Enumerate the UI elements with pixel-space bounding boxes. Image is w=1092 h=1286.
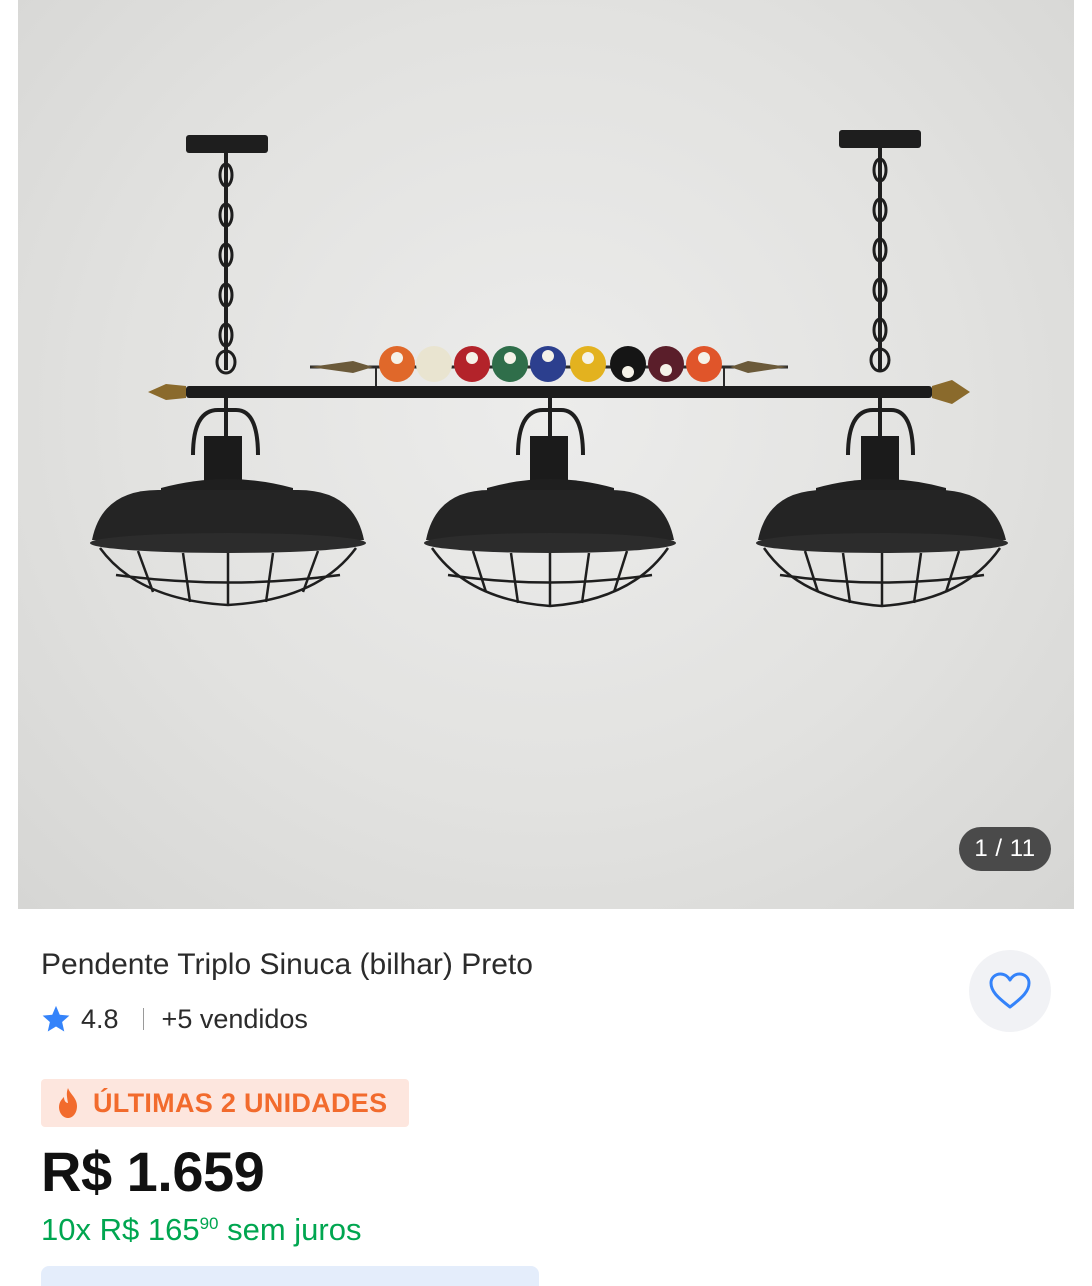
divider <box>142 1008 144 1030</box>
heart-outline-icon <box>989 972 1031 1009</box>
installments: 10x R$ 16590 sem juros <box>41 1212 361 1248</box>
product-gallery[interactable]: 1 / 11 <box>0 0 1092 910</box>
image-counter: 1 / 11 <box>959 827 1051 871</box>
stock-badge-label: ÚLTIMAS 2 UNIDADES <box>93 1087 388 1118</box>
installments-suffix: sem juros <box>218 1212 362 1247</box>
flame-icon <box>59 1088 77 1118</box>
sold-count: +5 vendidos <box>161 1003 308 1034</box>
rating-value: 4.8 <box>81 1003 119 1034</box>
installments-cents: 90 <box>199 1214 219 1233</box>
installments-amount: 10x R$ 165 <box>41 1212 200 1247</box>
rating-row[interactable]: 4.8 +5 vendidos <box>41 1002 308 1036</box>
star-icon <box>42 1005 70 1032</box>
product-title: Pendente Triplo Sinuca (bilhar) Preto <box>41 948 533 981</box>
stock-badge: ÚLTIMAS 2 UNIDADES <box>41 1079 409 1127</box>
lamp-illustration <box>90 130 1008 608</box>
favorite-button[interactable] <box>969 950 1051 1032</box>
info-box-partial <box>41 1266 539 1286</box>
price: R$ 1.659 <box>41 1140 265 1203</box>
product-image[interactable] <box>18 0 1074 909</box>
